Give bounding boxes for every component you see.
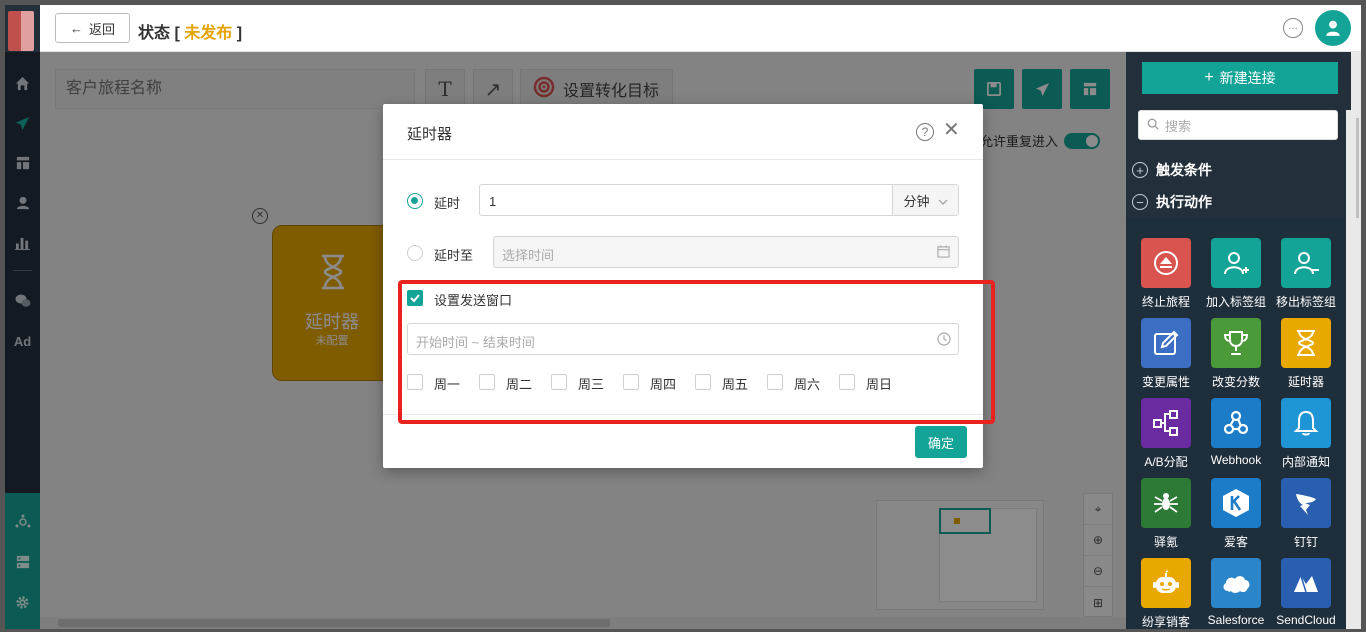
action-tile[interactable]: Salesforce xyxy=(1201,558,1271,629)
dialog-header: 延时器 ? ✕ xyxy=(383,104,983,160)
action-tile-label: Salesforce xyxy=(1207,613,1265,627)
calendar-icon xyxy=(937,245,950,261)
sendcloud-icon xyxy=(1281,558,1331,608)
add-user-icon xyxy=(1211,238,1261,288)
delay-until-placeholder: 选择时间 xyxy=(502,248,555,263)
action-tile-label: 爱客 xyxy=(1223,535,1248,549)
delay-unit-select[interactable]: 分钟 xyxy=(892,185,958,215)
expand-icon: + xyxy=(1132,162,1148,178)
action-tile[interactable]: Webhook xyxy=(1201,398,1271,476)
webhook-icon xyxy=(1211,398,1261,448)
action-tiles: 终止旅程 加入标签组 移出标签组变更属性 改变分数 延时器 A/B分配 Webhook 内部通… xyxy=(1126,218,1351,629)
back-button[interactable]: ← 返回 xyxy=(55,13,130,43)
help-icon[interactable]: ? xyxy=(916,123,934,141)
delay-until-radio[interactable] xyxy=(407,245,423,261)
section-label: 触发条件 xyxy=(1156,162,1212,178)
collapse-icon: − xyxy=(1132,194,1148,210)
dingtalk-icon xyxy=(1281,478,1331,528)
robot-icon xyxy=(1141,558,1191,608)
app-window: Ad ← 返回 状态 [ 未发布 ] ··· 客户旅程名称 T ↗ 设置转化目标… xyxy=(5,5,1361,629)
ab-split-icon xyxy=(1141,398,1191,448)
arrow-left-icon: ← xyxy=(69,20,83,36)
action-tile[interactable]: 纷享销客 xyxy=(1131,558,1201,629)
remove-user-icon xyxy=(1281,238,1331,288)
action-tile-label: 内部通知 xyxy=(1281,455,1330,469)
chat-icon[interactable]: ··· xyxy=(1283,18,1303,38)
action-tile-label: 延时器 xyxy=(1287,375,1324,389)
trophy-icon xyxy=(1211,318,1261,368)
delay-until-label: 延时至 xyxy=(434,248,474,263)
search-placeholder: 搜索 xyxy=(1165,118,1192,134)
edit-icon xyxy=(1141,318,1191,368)
plus-icon: + xyxy=(1204,69,1214,86)
section-actions[interactable]: − 执行动作 xyxy=(1132,190,1212,214)
action-tile[interactable]: SendCloud xyxy=(1271,558,1341,629)
back-label: 返回 xyxy=(88,21,115,37)
action-tile-label: 钉钉 xyxy=(1293,535,1318,549)
stop-icon xyxy=(1141,238,1191,288)
action-tile[interactable]: 终止旅程 xyxy=(1131,238,1201,316)
section-triggers[interactable]: + 触发条件 xyxy=(1132,158,1212,182)
action-tile[interactable]: 移出标签组 xyxy=(1271,238,1341,316)
action-tile-label: 纷享销客 xyxy=(1141,615,1190,629)
action-tile[interactable]: 延时器 xyxy=(1271,318,1341,396)
publish-status: 状态 [ 未发布 ] xyxy=(138,19,242,43)
top-header: ← 返回 状态 [ 未发布 ] ··· xyxy=(40,5,1361,52)
status-prefix: 状态 xyxy=(138,25,171,42)
new-connection-label: 新建连接 xyxy=(1219,70,1276,86)
dialog-title: 延时器 xyxy=(407,126,453,143)
status-bracket-open: [ xyxy=(174,25,180,42)
section-label: 执行动作 xyxy=(1156,194,1212,210)
action-tile-label: 终止旅程 xyxy=(1141,295,1190,309)
spider-icon xyxy=(1141,478,1191,528)
bell-icon xyxy=(1281,398,1331,448)
action-tile-label: 驿氪 xyxy=(1153,535,1178,549)
action-tile[interactable]: A/B分配 xyxy=(1131,398,1201,476)
delay-amount-input[interactable]: 1 分钟 xyxy=(479,184,959,216)
window-scrollbar[interactable] xyxy=(1346,110,1356,629)
panel-search-input[interactable]: 搜索 xyxy=(1138,110,1338,140)
status-value: 未发布 xyxy=(184,25,233,42)
delay-radio[interactable] xyxy=(407,193,423,209)
action-tile[interactable]: 钉钉 xyxy=(1271,478,1341,556)
action-tile-label: Webhook xyxy=(1210,453,1262,467)
cloud-icon xyxy=(1211,558,1261,608)
app-logo xyxy=(8,11,34,51)
action-tile[interactable]: 内部通知 xyxy=(1271,398,1341,476)
delay-until-input[interactable]: 选择时间 xyxy=(493,236,959,268)
confirm-button[interactable]: 确定 xyxy=(915,426,967,458)
chevron-down-icon xyxy=(938,193,948,208)
k-logo-icon xyxy=(1211,478,1261,528)
delay-unit-value: 分钟 xyxy=(903,193,930,209)
action-tile-label: A/B分配 xyxy=(1144,455,1188,469)
delay-label: 延时 xyxy=(434,196,461,211)
action-tile[interactable]: 变更属性 xyxy=(1131,318,1201,396)
action-tile[interactable]: 驿氪 xyxy=(1131,478,1201,556)
new-connection-button[interactable]: + 新建连接 xyxy=(1142,62,1338,94)
hourglass-icon xyxy=(1281,318,1331,368)
status-bracket-close: ] xyxy=(236,25,243,42)
avatar[interactable] xyxy=(1315,10,1351,46)
action-tile-label: SendCloud xyxy=(1276,613,1336,627)
delay-value: 1 xyxy=(489,194,497,209)
highlight-box xyxy=(398,280,995,424)
action-tile-label: 变更属性 xyxy=(1141,375,1190,389)
component-panel: + 新建连接 搜索 + 触发条件 − 执行动作 终止旅程 加入标签组 移出标签组变更… xyxy=(1126,52,1361,629)
action-tile[interactable]: 改变分数 xyxy=(1201,318,1271,396)
action-tile-label: 加入标签组 xyxy=(1205,295,1266,309)
action-tile[interactable]: 爱客 xyxy=(1201,478,1271,556)
close-icon[interactable]: ✕ xyxy=(943,120,960,140)
action-tile-label: 移出标签组 xyxy=(1275,295,1336,309)
search-icon xyxy=(1147,118,1159,133)
action-tile-label: 改变分数 xyxy=(1211,375,1260,389)
action-tile[interactable]: 加入标签组 xyxy=(1201,238,1271,316)
